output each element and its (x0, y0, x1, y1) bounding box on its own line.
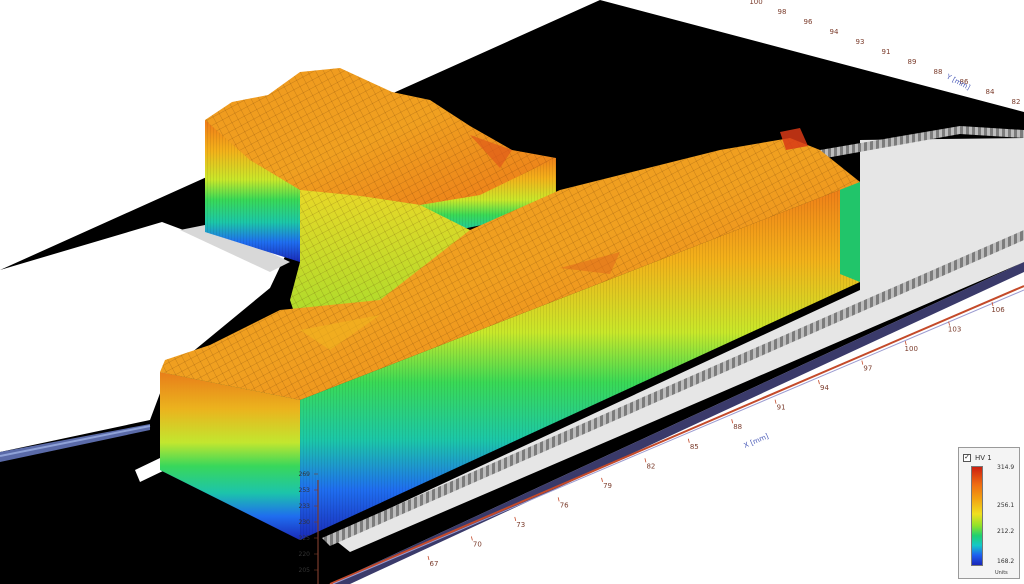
legend-title: HV 1 (975, 454, 992, 462)
x-tick-label: 67 (430, 560, 439, 568)
z-tick-label: 253 (299, 487, 311, 494)
y-tick-label: 100 (749, 0, 762, 6)
legend-max-value: 314.9 (997, 464, 1015, 471)
y-tick-label: 98 (778, 8, 787, 16)
z-tick-label: 220 (299, 551, 311, 558)
y-tick-label: 94 (830, 28, 839, 36)
legend-mid-high-value: 256.1 (997, 502, 1015, 509)
x-tick-label: 94 (820, 384, 829, 392)
x-tick-label: 85 (690, 443, 699, 451)
x-tick-label: 100 (905, 345, 918, 353)
z-tick-label: 225 (299, 535, 311, 542)
z-tick-label: 269 (299, 471, 311, 478)
y-tick-label: 82 (1012, 98, 1021, 106)
z-tick-label: 230 (299, 519, 311, 526)
x-axis-title: X [mm] (743, 432, 770, 450)
x-tick-label: 82 (646, 462, 655, 470)
y-axis-title: Y [mm] (944, 72, 971, 92)
y-tick-label: 89 (908, 58, 917, 66)
y-tick-label: 96 (804, 18, 813, 26)
x-tick-label: 97 (863, 365, 872, 373)
x-tick-label: 91 (777, 404, 786, 412)
y-tick-label: 84 (986, 88, 995, 96)
y-tick-label: 91 (882, 48, 891, 56)
x-tick-label: 88 (733, 423, 742, 431)
y-tick-label: 88 (934, 68, 943, 76)
legend-checkbox[interactable]: ✓ (963, 454, 971, 462)
x-tick-label: 103 (948, 326, 961, 334)
x-tick-label: 70 (473, 540, 482, 548)
surface-plot-area[interactable]: 67 70 73 76 79 82 85 88 91 94 97 100 103 106 X [mm] 1… (0, 0, 1024, 584)
legend-min-value: 168.2 (997, 558, 1015, 565)
legend-mid-low-value: 212.2 (997, 528, 1015, 535)
x-tick-label: 73 (516, 521, 525, 529)
z-tick-label: 233 (299, 503, 311, 510)
legend-units: Units (995, 570, 1008, 576)
x-tick-label: 76 (560, 501, 569, 509)
x-tick-label: 106 (991, 306, 1005, 314)
surface-plot: 67 70 73 76 79 82 85 88 91 94 97 100 103 106 X [mm] 1… (0, 0, 1024, 584)
x-tick-label: 79 (603, 482, 612, 490)
z-tick-label: 205 (299, 567, 311, 574)
y-tick-label: 93 (856, 38, 865, 46)
legend-colorbar (971, 466, 983, 566)
color-legend: ✓ HV 1 314.9 256.1 212.2 168.2 Units (958, 447, 1020, 579)
